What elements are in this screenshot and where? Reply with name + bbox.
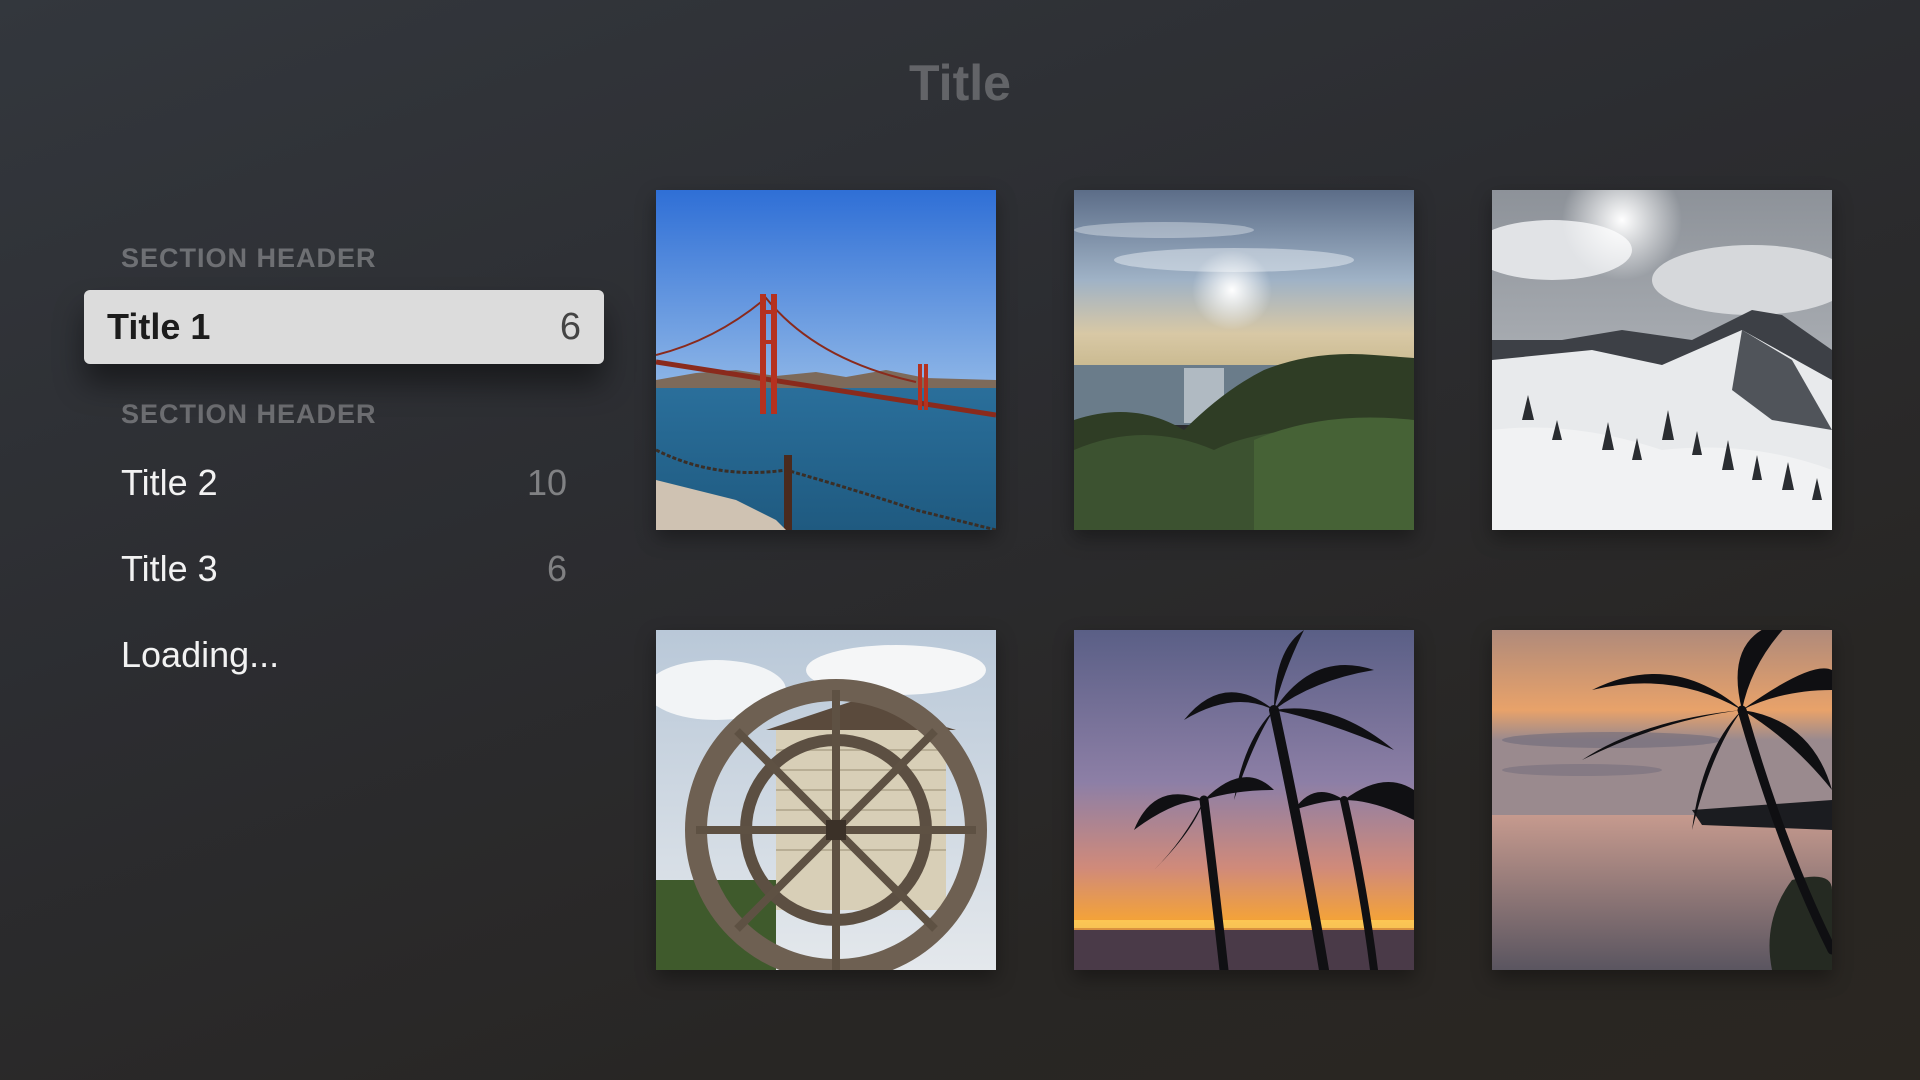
sidebar-item-label: Title 3 [121,548,218,589]
ocean-sunset-coast-image [1074,190,1414,530]
screen: Title SECTION HEADER Title 1 6 SECTION H… [0,0,1920,1080]
photo-tile-ocean-sunset-coast[interactable] [1074,190,1414,530]
photo-grid [656,190,1832,970]
section-header: SECTION HEADER [121,243,377,273]
photo-tile-palm-trees-sunset[interactable] [1074,630,1414,970]
sidebar-item-loading[interactable]: Loading... [84,618,604,692]
palm-trees-sunset-image [1074,630,1414,970]
page-title: Title [909,55,1011,111]
photo-tile-snowy-mountain[interactable] [1492,190,1832,530]
snowy-mountain-image [1492,190,1832,530]
sidebar-item-label: Loading... [121,634,280,675]
water-wheel-image [656,630,996,970]
sidebar-item-count: 6 [546,548,567,589]
section-header: SECTION HEADER [121,399,377,429]
sidebar-item-count: 6 [559,306,581,348]
sidebar-item-title-2[interactable]: Title 2 10 [84,446,604,520]
photo-tile-palm-tree-beach[interactable] [1492,630,1832,970]
sidebar: SECTION HEADER Title 1 6 SECTION HEADER … [84,238,604,692]
sidebar-item-count: 10 [526,462,567,503]
photo-tile-golden-gate-bridge[interactable] [656,190,996,530]
palm-tree-beach-image [1492,630,1832,970]
sidebar-item-title-1[interactable]: Title 1 6 [84,290,604,364]
golden-gate-bridge-image [656,190,996,530]
sidebar-item-label: Title 2 [121,462,218,503]
sidebar-item-title-3[interactable]: Title 3 6 [84,532,604,606]
photo-tile-water-wheel[interactable] [656,630,996,970]
sidebar-item-label: Title 1 [107,306,211,347]
